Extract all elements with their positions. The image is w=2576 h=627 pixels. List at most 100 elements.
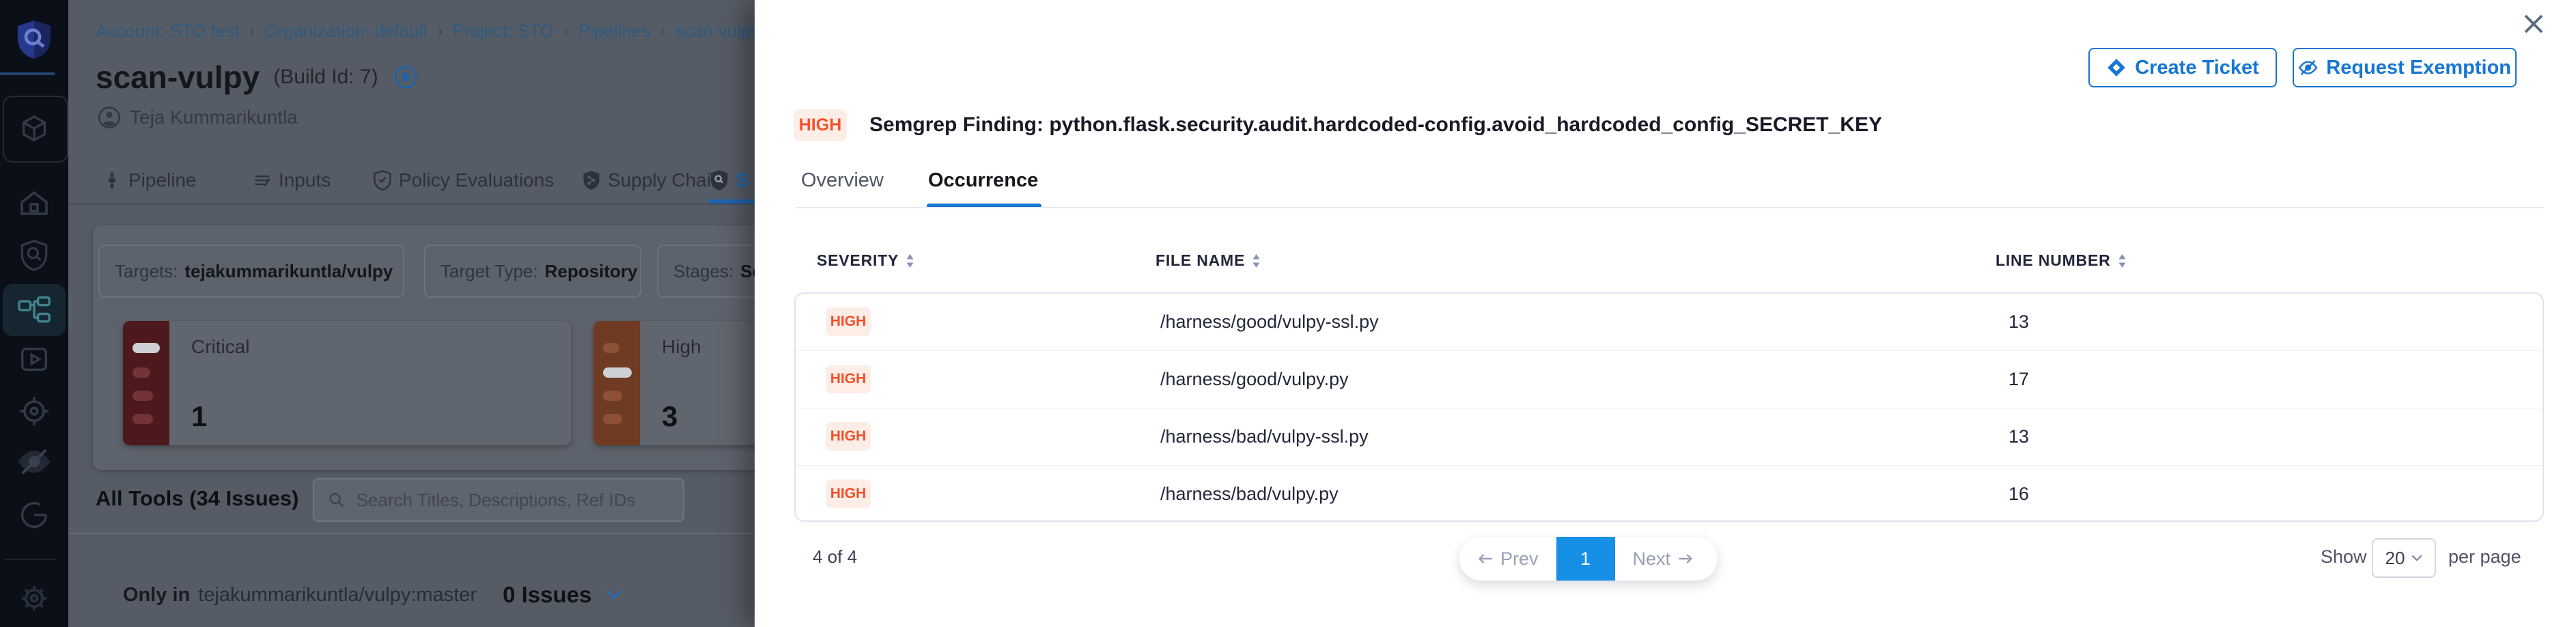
column-header-severity[interactable]: Severity (817, 251, 914, 270)
settings-gear-icon[interactable] (0, 581, 68, 616)
critical-severity-card[interactable]: Critical 1 (123, 321, 571, 445)
home-icon[interactable] (0, 186, 68, 221)
line-number-cell: 13 (2008, 426, 2029, 447)
tab-pipeline[interactable]: Pipeline (102, 169, 197, 191)
breadcrumb-separator: › (563, 22, 569, 41)
app-root: Account: STO test › Organization: defaul… (0, 0, 2576, 627)
high-bars-icon (593, 321, 640, 445)
eye-off-icon (2298, 58, 2318, 77)
severity-card-label: High (662, 336, 701, 358)
show-label: Show (2321, 546, 2367, 568)
occurrences-table: HIGH /harness/good/vulpy-ssl.py 13 HIGH … (794, 292, 2544, 522)
rerun-build-icon[interactable] (392, 64, 419, 91)
per-page-label: per page (2448, 546, 2521, 568)
issues-count: 0 Issues (503, 582, 591, 608)
file-name-cell: /harness/bad/vulpy-ssl.py (1160, 426, 1369, 447)
file-name-cell: /harness/good/vulpy.py (1160, 369, 1349, 390)
close-icon[interactable] (2517, 7, 2551, 41)
breadcrumb-separator: › (437, 22, 443, 41)
all-tools-heading: All Tools (34 Issues) (96, 486, 298, 511)
search-icon (328, 490, 346, 510)
column-header-file-name[interactable]: File Name (1156, 251, 1261, 270)
expand-chevron-icon[interactable] (605, 589, 623, 600)
finding-details-drawer: Create Ticket Request Exemption HIGH Sem… (755, 0, 2576, 627)
breadcrumb-separator: › (660, 22, 665, 41)
executions-icon[interactable] (0, 342, 68, 377)
table-row[interactable]: HIGH /harness/good/vulpy.py 17 (796, 351, 2543, 408)
table-row[interactable]: HIGH /harness/good/vulpy-ssl.py 13 (796, 294, 2543, 351)
severity-badge: HIGH (826, 307, 871, 336)
sidebar-bottom-divider (4, 559, 56, 560)
breadcrumb-current-pipeline[interactable]: scan-vulpy (675, 20, 759, 42)
tab-inputs[interactable]: Inputs (253, 169, 331, 191)
pipeline-tab-icon (102, 171, 122, 190)
severity-badge: HIGH (794, 109, 847, 141)
left-nav-sidebar (0, 0, 68, 627)
request-exemption-button[interactable]: Request Exemption (2293, 48, 2517, 87)
breadcrumb: Account: STO test › Organization: defaul… (96, 20, 760, 42)
ticket-diamond-icon (2106, 57, 2127, 78)
search-input[interactable] (355, 489, 669, 512)
severity-card-label: Critical (191, 336, 250, 358)
user-name: Teja Kummarikuntla (130, 107, 298, 128)
target-type-filter-dropdown[interactable]: Target Type:Repository (424, 245, 641, 298)
create-ticket-button[interactable]: Create Ticket (2088, 48, 2277, 87)
severity-badge: HIGH (826, 479, 871, 508)
targets-filter-dropdown[interactable]: Targets:tejakummarikuntla/vulpy (98, 245, 404, 298)
breadcrumb-account[interactable]: Account: STO test (96, 20, 240, 42)
tab-overview[interactable]: Overview (801, 169, 884, 192)
sidebar-divider (0, 72, 55, 75)
policy-shield-icon (373, 170, 392, 191)
tabbar-border (796, 207, 2544, 208)
tab-security-tests[interactable]: S (709, 169, 749, 191)
arrow-left-icon (1477, 553, 1494, 565)
tab-supply-chain[interactable]: Supply Chain (582, 169, 722, 191)
table-row[interactable]: HIGH /harness/bad/vulpy.py 16 (796, 466, 2543, 522)
getting-started-icon[interactable] (0, 497, 68, 533)
page-size-select[interactable]: 20 (2372, 538, 2436, 578)
security-tests-shield-icon[interactable] (0, 238, 68, 273)
finding-title: Semgrep Finding: python.flask.security.a… (869, 109, 1882, 141)
supply-chain-shield-icon (582, 170, 601, 191)
only-in-label: Only in (123, 584, 190, 607)
sto-shield-logo-icon[interactable] (0, 19, 68, 60)
issues-search-box (313, 478, 684, 522)
chevron-down-icon (2411, 555, 2422, 562)
file-name-cell: /harness/good/vulpy-ssl.py (1160, 311, 1379, 333)
tab-policy-evaluations[interactable]: Policy Evaluations (373, 169, 554, 191)
inputs-tab-icon (253, 171, 272, 190)
module-cube-icon[interactable] (0, 111, 68, 146)
targets-icon[interactable] (0, 393, 68, 429)
sort-icon (1252, 254, 1261, 268)
sort-icon (2118, 254, 2127, 268)
user-avatar-icon (98, 107, 120, 128)
breadcrumb-organization[interactable]: Organization: default (264, 20, 428, 42)
exemptions-eye-off-icon[interactable] (0, 444, 68, 479)
tab-occurrence[interactable]: Occurrence (928, 169, 1038, 192)
line-number-cell: 13 (2008, 311, 2029, 333)
page-number-1[interactable]: 1 (1556, 537, 1615, 581)
next-page-button[interactable]: Next (1615, 537, 1712, 581)
column-header-line-number[interactable]: Line Number (1996, 251, 2127, 270)
breadcrumb-project[interactable]: Project: STO (452, 20, 553, 42)
severity-card-count: 3 (662, 400, 677, 433)
severity-badge: HIGH (826, 422, 871, 451)
pagination-control: Prev 1 Next (1459, 537, 1718, 581)
severity-card-count: 1 (191, 400, 207, 433)
critical-bars-icon (123, 321, 169, 445)
build-id-label: (Build Id: 7) (273, 66, 378, 89)
baseline-target: tejakummarikuntla/vulpy:master (198, 584, 477, 607)
line-number-cell: 16 (2008, 484, 2029, 505)
pagination-summary: 4 of 4 (813, 546, 857, 568)
arrow-right-icon (1677, 553, 1694, 565)
severity-badge: HIGH (826, 365, 871, 393)
baseline-issues-row: Only in tejakummarikuntla/vulpy:master 0… (123, 582, 623, 608)
pipelines-icon[interactable] (0, 292, 68, 328)
line-number-cell: 17 (2008, 369, 2029, 390)
sort-icon (906, 254, 914, 268)
table-row[interactable]: HIGH /harness/bad/vulpy-ssl.py 13 (796, 408, 2543, 466)
breadcrumb-separator: › (249, 22, 255, 41)
page-title: scan-vulpy (96, 59, 260, 96)
prev-page-button[interactable]: Prev (1459, 537, 1556, 581)
breadcrumb-pipelines[interactable]: Pipelines (578, 20, 651, 42)
